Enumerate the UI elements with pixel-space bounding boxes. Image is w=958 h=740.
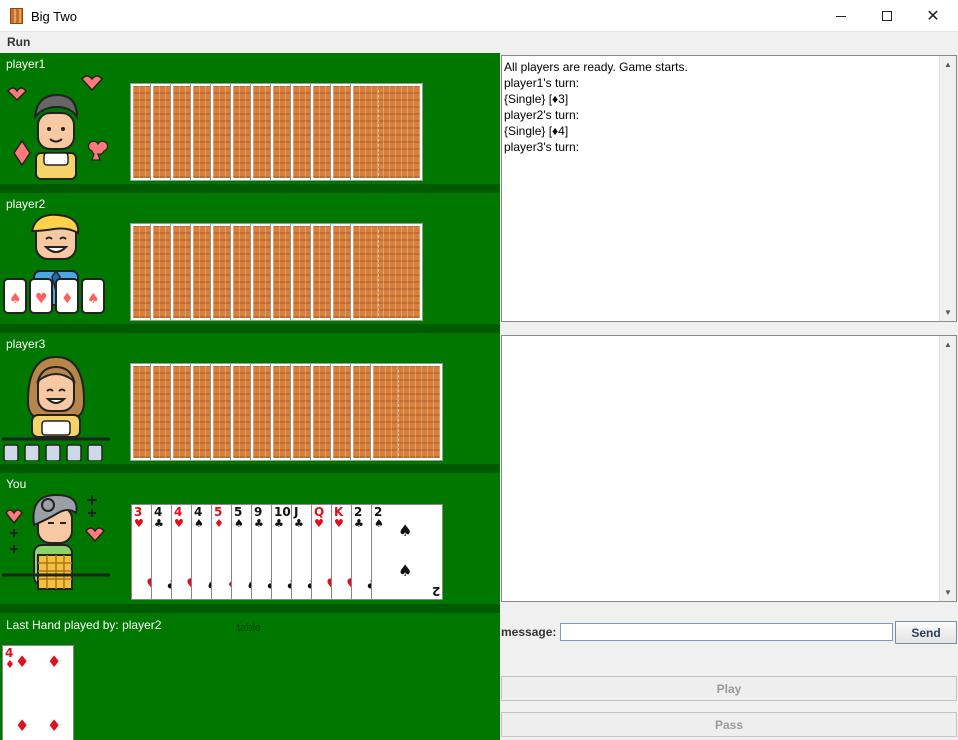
player-name: player3 xyxy=(6,337,46,351)
card-pip: ♦ xyxy=(47,716,62,735)
card-suit: ♣ xyxy=(254,517,264,530)
panel-separator xyxy=(0,324,500,333)
player-panel-1: player1 xyxy=(0,53,500,184)
card-back xyxy=(370,363,443,461)
panel-separator xyxy=(0,464,500,473)
send-button[interactable]: Send xyxy=(895,621,957,644)
scroll-down-icon[interactable]: ▼ xyxy=(940,584,956,601)
card-suit: ♥ xyxy=(334,517,344,530)
card-suit: ♣ xyxy=(154,517,164,530)
panel-separator xyxy=(0,604,500,613)
svg-text:♠: ♠ xyxy=(87,291,100,307)
scroll-up-icon[interactable]: ▲ xyxy=(940,336,956,353)
last-hand-label: Last Hand played by: player2 xyxy=(6,618,162,632)
player1-avatar-icon xyxy=(6,75,108,180)
player-panel-3: player3 xyxy=(0,333,500,464)
your-hand: 3♥♥4♣♣4♥♥4♠♠5♦♦5♠♠9♣♣10♣♣J♣♣Q♥♥K♥♥2♣♣2♠♠… xyxy=(131,504,451,600)
scroll-up-icon[interactable]: ▲ xyxy=(940,56,956,73)
log-line: player1's turn: xyxy=(504,76,579,90)
maximize-button[interactable] xyxy=(864,0,910,32)
player1-hand xyxy=(130,83,451,181)
game-log-scrollbar[interactable]: ▲ ▼ xyxy=(939,56,956,321)
chat-log[interactable]: ▲ ▼ xyxy=(501,335,957,602)
menu-run[interactable]: Run xyxy=(7,35,30,49)
log-line: All players are ready. Game starts. xyxy=(504,60,688,74)
svg-text:♦: ♦ xyxy=(61,291,74,307)
card-suit: ♥ xyxy=(174,517,184,530)
card-suit: ♠ xyxy=(374,517,384,530)
player-name: player2 xyxy=(6,197,46,211)
player-panel-you: You 3♥♥4♣♣4♥♥4♠♠5♦♦5♠♠9♣♣10♣♣J♣♣Q♥♥K♥♥2♣… xyxy=(0,473,500,604)
close-button[interactable]: ✕ xyxy=(910,0,956,32)
message-label: message: xyxy=(501,625,557,639)
card-suit: ♠ xyxy=(194,517,204,530)
card-pip: ♠ xyxy=(398,521,413,540)
scroll-down-icon[interactable]: ▼ xyxy=(940,304,956,321)
card-suit: ♦ xyxy=(5,658,15,671)
game-log[interactable]: All players are ready. Game starts. playe… xyxy=(501,55,957,322)
menu-bar: Run xyxy=(0,32,958,53)
card-pip: ♦ xyxy=(47,652,62,671)
hand-card[interactable]: 2 ♠ ♠ ♠ 2 xyxy=(371,504,443,600)
card-suit: ♣ xyxy=(294,517,304,530)
play-button[interactable]: Play xyxy=(501,676,957,701)
window-title: Big Two xyxy=(31,9,78,24)
card-suit: ♥ xyxy=(134,517,144,530)
maximize-icon xyxy=(882,11,892,21)
game-log-text: All players are ready. Game starts. playe… xyxy=(504,59,688,155)
card-suit: ♠ xyxy=(234,517,244,530)
player-panel-2: player2 ♠ ♥ ♦ ♠ xyxy=(0,193,500,324)
message-input[interactable] xyxy=(560,623,893,641)
panel-separator xyxy=(0,184,500,193)
chat-log-scrollbar[interactable]: ▲ ▼ xyxy=(939,336,956,601)
minimize-icon xyxy=(836,15,846,17)
log-line: player2's turn: xyxy=(504,108,579,122)
log-line: player3's turn: xyxy=(504,140,579,154)
table-label: table xyxy=(237,622,261,634)
card-back xyxy=(350,223,423,321)
svg-text:♥: ♥ xyxy=(35,291,48,307)
card-suit: ♦ xyxy=(214,517,224,530)
card-pip: ♠ xyxy=(398,561,413,580)
card-pip: ♦ xyxy=(15,716,30,735)
card-pip: ♦ xyxy=(15,652,30,671)
pass-button[interactable]: Pass xyxy=(501,712,957,737)
game-board: player1 player2 ♠ ♥ ♦ ♠ player3 You 3 ♥ … xyxy=(0,53,500,740)
card-back xyxy=(350,83,423,181)
player2-avatar-icon: ♠ ♥ ♦ ♠ xyxy=(3,213,105,314)
card-suit: ♣ xyxy=(354,517,364,530)
player2-hand xyxy=(130,223,451,321)
you-avatar-icon xyxy=(2,493,110,590)
card-suit: ♥ xyxy=(314,517,324,530)
title-bar: Big Two ✕ xyxy=(0,0,958,32)
card-rank: 2 xyxy=(431,584,440,598)
player-name: You xyxy=(6,477,27,491)
player-name: player1 xyxy=(6,57,46,71)
player3-hand xyxy=(130,363,451,461)
player3-avatar-icon xyxy=(2,355,110,461)
card-suit: ♣ xyxy=(274,517,284,530)
log-line: {Single} [♦3] xyxy=(504,92,569,106)
last-played-card: 4 ♦ ♦ ♦ ♦ ♦ xyxy=(2,645,74,740)
app-icon xyxy=(10,8,23,24)
minimize-button[interactable] xyxy=(818,0,864,32)
svg-text:♠: ♠ xyxy=(9,291,22,307)
log-line: {Single} [♦4] xyxy=(504,124,569,138)
close-icon: ✕ xyxy=(926,8,940,25)
